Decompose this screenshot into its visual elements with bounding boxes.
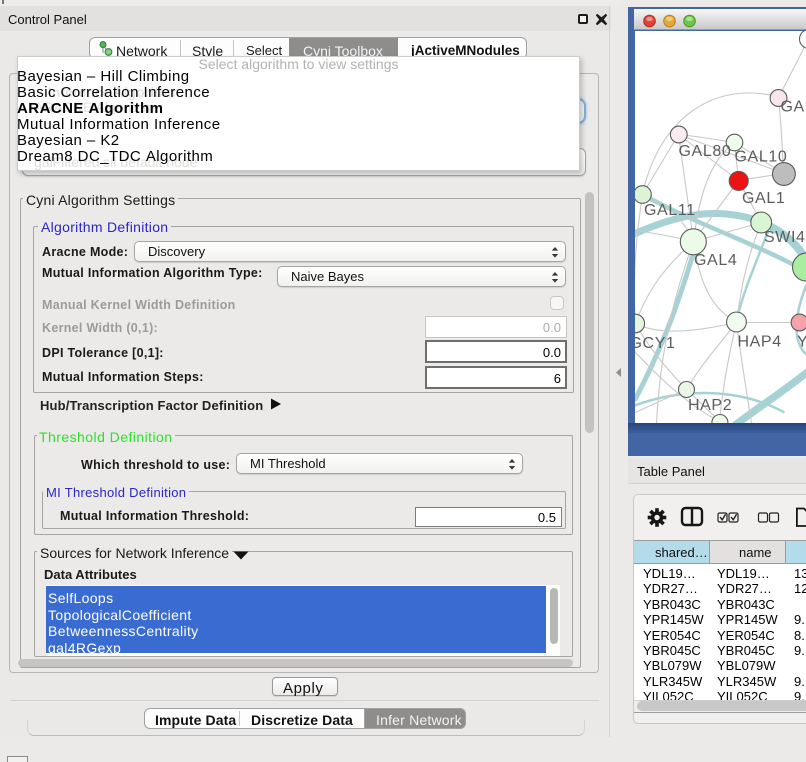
svg-text:Y: Y: [797, 333, 806, 350]
svg-text:GAL11: GAL11: [644, 202, 696, 219]
svg-text:GAL10: GAL10: [734, 148, 787, 165]
svg-text:GAL4: GAL4: [694, 252, 737, 269]
svg-text:GCY1: GCY1: [635, 335, 675, 352]
svg-text:HAP2: HAP2: [688, 397, 732, 414]
svg-text:SWI4: SWI4: [764, 229, 806, 246]
svg-text:GAL1: GAL1: [742, 190, 785, 207]
svg-text:HAP4: HAP4: [737, 333, 781, 350]
svg-text:GAL80: GAL80: [678, 143, 731, 160]
svg-text:GAL7: GAL7: [780, 98, 806, 115]
